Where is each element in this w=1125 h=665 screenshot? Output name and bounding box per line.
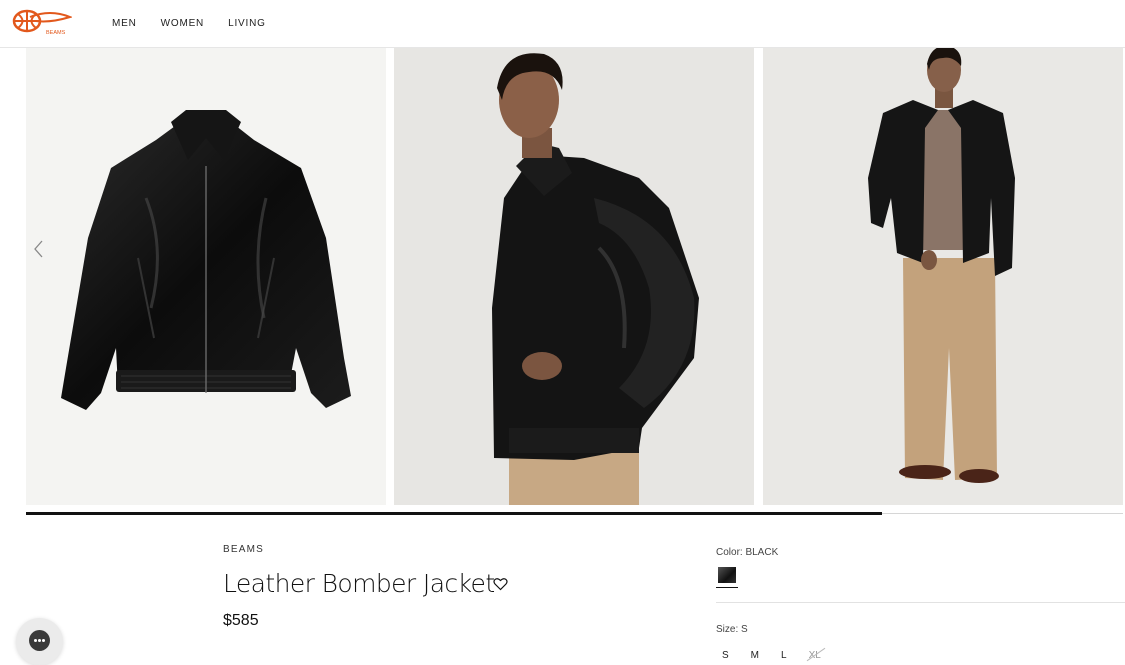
product-gallery: [26, 48, 1123, 506]
product-title: Leather Bomber Jacket: [223, 569, 495, 598]
gallery-progress-track: [26, 512, 1123, 515]
leather-jacket-flat-photo[interactable]: [26, 48, 386, 505]
previous-image-arrow-icon[interactable]: [30, 237, 48, 261]
nav-living[interactable]: LIVING: [228, 18, 266, 29]
chat-bubble-icon: [29, 630, 50, 651]
model-side-view-photo[interactable]: [394, 48, 754, 505]
model-full-body-photo[interactable]: [763, 48, 1123, 505]
size-option-l[interactable]: L: [775, 650, 793, 661]
size-option-xl[interactable]: XL: [803, 650, 827, 661]
nav-men[interactable]: MEN: [112, 18, 137, 29]
size-options: S M L XL: [716, 650, 827, 661]
product-brand[interactable]: BEAMS: [223, 544, 264, 555]
options-divider: [716, 602, 1125, 603]
site-header: BEAMS MEN WOMEN LIVING: [0, 0, 1125, 48]
nav-women[interactable]: WOMEN: [161, 18, 204, 29]
gallery-progress-fill: [26, 512, 882, 515]
size-label: Size: S: [716, 624, 748, 635]
selected-swatch-indicator: [716, 587, 738, 588]
main-nav: MEN WOMEN LIVING: [112, 18, 266, 29]
size-option-s[interactable]: S: [716, 650, 735, 661]
color-swatch-black[interactable]: [718, 567, 736, 583]
size-option-m[interactable]: M: [745, 650, 765, 661]
beams-logo[interactable]: BEAMS: [10, 9, 74, 37]
svg-text:BEAMS: BEAMS: [46, 30, 66, 36]
favorite-heart-icon[interactable]: [493, 577, 508, 591]
chat-button[interactable]: [16, 618, 63, 665]
product-price: $585: [223, 612, 259, 629]
color-label: Color: BLACK: [716, 547, 779, 558]
